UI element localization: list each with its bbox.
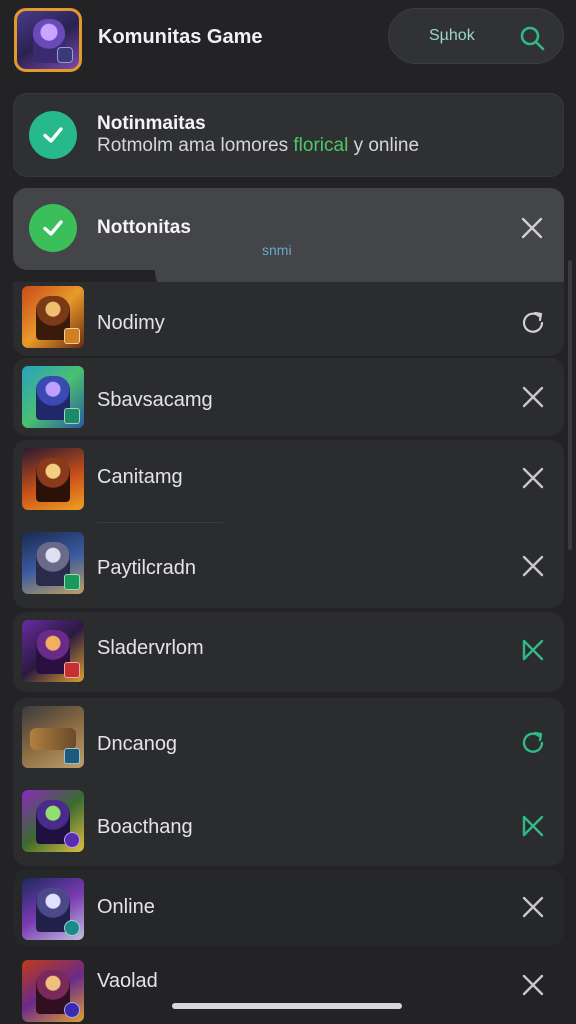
game-thumbnail xyxy=(22,286,84,348)
list-item[interactable]: Vaolad xyxy=(0,952,576,1024)
game-thumbnail xyxy=(22,532,84,594)
list-item[interactable]: Paytilcradn xyxy=(0,528,576,608)
game-thumbnail xyxy=(22,790,84,852)
search-button[interactable]: Sµhok xyxy=(388,8,564,64)
list-item-label: Vaolad xyxy=(97,970,158,992)
game-thumbnail xyxy=(22,706,84,768)
notification-title: Notinmaitas xyxy=(97,113,206,134)
check-icon xyxy=(29,204,77,252)
page-title: Komunitas Game xyxy=(98,26,263,48)
notification-subtitle: snmi xyxy=(262,242,292,258)
search-icon xyxy=(520,26,545,51)
list-item[interactable]: Boacthang xyxy=(0,782,576,862)
notification-title: Nottonitas xyxy=(97,217,191,238)
close-icon[interactable] xyxy=(519,552,547,580)
list-item[interactable]: Online xyxy=(0,870,576,950)
game-thumbnail xyxy=(22,620,84,682)
check-icon xyxy=(29,111,77,159)
list-item[interactable]: Nodimy xyxy=(0,282,576,362)
list-item-label: Nodimy xyxy=(97,312,165,334)
list-item-label: Sladervrlom xyxy=(97,637,204,659)
game-thumbnail xyxy=(22,878,84,940)
list-item[interactable]: Dncanog xyxy=(0,698,576,778)
divider xyxy=(97,522,223,523)
app-header: Komunitas Game Sµhok xyxy=(0,0,576,88)
notification-subtitle: Rotmolm ama lomores florical y online xyxy=(97,135,420,156)
list-item-label: Paytilcradn xyxy=(97,557,196,579)
close-icon[interactable] xyxy=(519,812,547,840)
refresh-icon[interactable] xyxy=(519,308,547,336)
list-item[interactable]: Sladervrlom xyxy=(0,612,576,692)
game-thumbnail xyxy=(22,960,84,1022)
scrollbar[interactable] xyxy=(568,260,572,550)
close-icon[interactable] xyxy=(519,383,547,411)
list-item-label: Sbavsacamg xyxy=(97,389,213,411)
list-item[interactable]: Sbavsacamg xyxy=(0,358,576,438)
list-item-label: Boacthang xyxy=(97,816,193,838)
list-item-label: Dncanog xyxy=(97,733,178,755)
close-icon[interactable] xyxy=(519,464,547,492)
game-thumbnail xyxy=(22,366,84,428)
app-icon[interactable] xyxy=(14,8,82,72)
list-item[interactable]: Canitamg xyxy=(0,440,576,520)
close-icon[interactable] xyxy=(519,215,545,241)
close-icon[interactable] xyxy=(519,971,547,999)
home-indicator[interactable] xyxy=(172,1003,402,1009)
game-thumbnail xyxy=(22,448,84,510)
list-item-label: Online xyxy=(97,896,155,918)
close-icon[interactable] xyxy=(519,893,547,921)
close-icon[interactable] xyxy=(519,636,547,664)
list-item-label: Canitamg xyxy=(97,466,183,488)
refresh-icon[interactable] xyxy=(519,728,547,756)
search-label: Sµhok xyxy=(429,27,475,44)
